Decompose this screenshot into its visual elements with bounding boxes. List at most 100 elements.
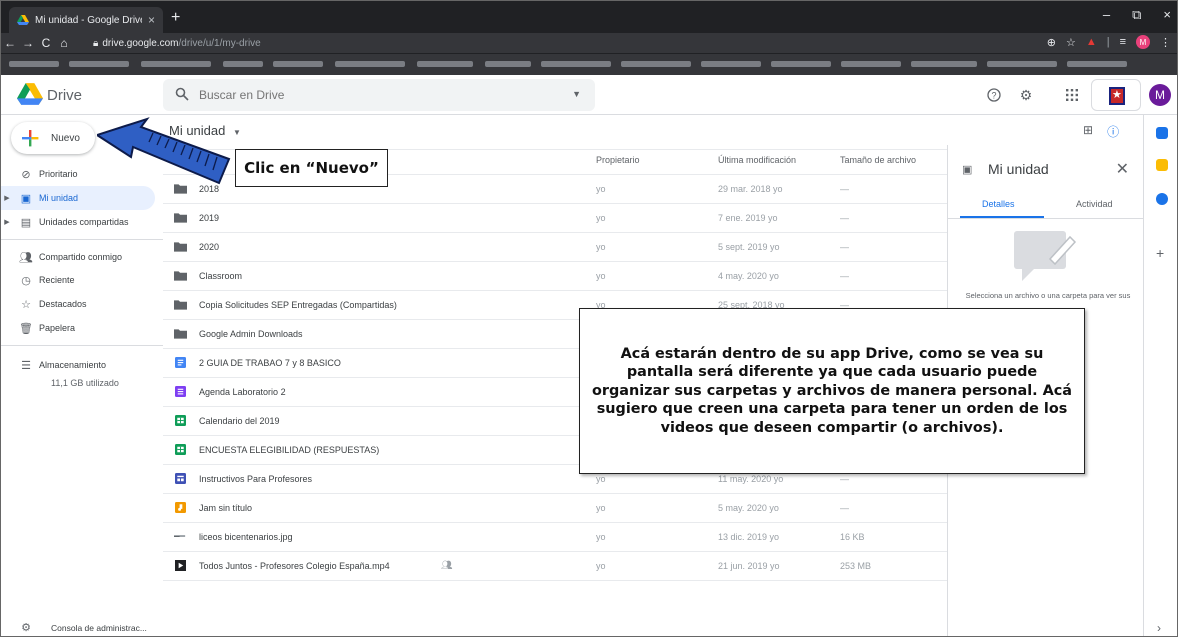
reload-icon[interactable]: C <box>37 36 55 50</box>
bookmark[interactable] <box>9 61 59 67</box>
account-avatar[interactable]: M <box>1149 84 1171 106</box>
forward-arrow-icon[interactable]: → <box>19 36 37 50</box>
tab-detalles[interactable]: Detalles <box>982 199 1015 209</box>
search-icon[interactable] <box>175 87 189 101</box>
bookmark[interactable] <box>911 61 977 67</box>
new-button[interactable]: Nuevo <box>11 122 95 154</box>
drive-brand[interactable]: Drive <box>47 87 82 104</box>
bookmark[interactable] <box>273 61 323 67</box>
file-owner: yo <box>596 242 606 252</box>
sidebar-item-reciente[interactable]: ◷ Reciente <box>1 268 155 292</box>
browser-toolbar-right: ⊕ ☆ ▲ | ≡ M ⋮ <box>1047 35 1171 49</box>
separator-icon: | <box>1106 36 1110 48</box>
apps-grid-icon[interactable] <box>1064 87 1080 103</box>
column-modified[interactable]: Última modificación <box>718 155 796 165</box>
bookmark[interactable] <box>541 61 611 67</box>
file-name: 2020 <box>199 242 220 252</box>
extension-icon[interactable]: ▲ <box>1086 36 1097 48</box>
zoom-icon[interactable]: ⊕ <box>1047 36 1056 49</box>
sidebar-item-almacenamiento[interactable]: ☰ Almacenamiento <box>1 353 155 377</box>
table-row[interactable]: Classroom yo 4 may. 2020 yo — <box>163 262 947 291</box>
add-addon-icon[interactable]: + <box>1156 245 1164 261</box>
bookmark[interactable] <box>1067 61 1127 67</box>
bookmark[interactable] <box>771 61 831 67</box>
table-row[interactable]: Jam sin título yo 5 may. 2020 yo — <box>163 494 947 523</box>
admin-console-link[interactable]: ⚙ Consola de administrac... <box>1 617 163 636</box>
file-modified: 5 sept. 2019 yo <box>718 242 780 252</box>
browser-menu-icon[interactable]: ⋮ <box>1160 36 1171 49</box>
sidebar-item-label: Papelera <box>39 323 76 333</box>
close-icon[interactable]: ✕ <box>1116 159 1129 179</box>
file-size: 253 MB <box>840 561 872 571</box>
file-name: Agenda Laboratorio 2 <box>199 387 286 397</box>
image-file-icon <box>174 535 186 537</box>
settings-gear-icon[interactable]: ⚙ <box>1018 87 1034 103</box>
help-icon[interactable]: ? <box>986 87 1002 103</box>
organization-logo-box[interactable] <box>1091 79 1141 111</box>
file-modified: 21 jun. 2019 yo <box>718 561 780 571</box>
table-row[interactable]: liceos bicentenarios.jpg yo 13 dic. 2019 y… <box>163 523 947 552</box>
sidebar-item-label: Almacenamiento <box>39 360 107 370</box>
sidebar-item-papelera[interactable]: 🗑︎ Papelera <box>1 316 155 340</box>
sidebar-item-compartido-conmigo[interactable]: 👥︎ Compartido conmigo <box>1 245 155 269</box>
file-size: — <box>840 213 849 223</box>
header-actions: ? ⚙ <box>986 87 1080 103</box>
chevron-right-icon[interactable]: › <box>1157 621 1161 635</box>
keep-icon[interactable] <box>1156 159 1168 171</box>
column-owner[interactable]: Propietario <box>596 155 640 165</box>
bookmark[interactable] <box>987 61 1057 67</box>
drive-favicon-icon <box>17 15 29 25</box>
bookmark[interactable] <box>485 61 531 67</box>
tasks-icon[interactable] <box>1156 193 1168 205</box>
tab-actividad[interactable]: Actividad <box>1076 199 1113 209</box>
tab-close-icon[interactable]: × <box>148 13 155 27</box>
search-input[interactable] <box>199 85 559 105</box>
close-window-button[interactable]: × <box>1163 7 1171 23</box>
empty-details-illustration-icon <box>1014 231 1077 281</box>
drive-logo-icon[interactable] <box>17 83 43 105</box>
bookmark[interactable] <box>417 61 473 67</box>
back-arrow-icon[interactable]: ← <box>1 36 19 50</box>
browser-tab[interactable]: Mi unidad - Google Drive × <box>9 7 163 33</box>
grid-view-icon[interactable]: ⊞ <box>1083 123 1093 140</box>
sidebar-item-destacados[interactable]: ☆ Destacados <box>1 292 155 316</box>
info-icon[interactable]: ⓘ <box>1107 123 1119 140</box>
home-icon[interactable]: ⌂ <box>55 36 73 50</box>
minimize-button[interactable]: – <box>1103 7 1110 23</box>
shared-drives-icon: ▤ <box>20 216 32 229</box>
profile-avatar[interactable]: M <box>1136 35 1150 49</box>
calendar-icon[interactable] <box>1156 127 1168 139</box>
expand-caret-icon[interactable]: ▶ <box>1 218 13 226</box>
table-row[interactable]: 2020 yo 5 sept. 2019 yo — <box>163 233 947 262</box>
table-row[interactable]: 2019 yo 7 ene. 2019 yo — <box>163 204 947 233</box>
drive-header: Drive ▼ ? ⚙ M <box>1 75 1177 115</box>
bookmark[interactable] <box>701 61 761 67</box>
table-row[interactable]: Todos Juntos - Profesores Colegio España… <box>163 552 947 581</box>
folder-icon <box>174 300 187 310</box>
check-circle-icon: ⊘ <box>21 168 31 181</box>
url-path: /drive/u/1/my-drive <box>178 38 261 49</box>
new-tab-button[interactable]: + <box>171 9 180 27</box>
bookmark[interactable] <box>69 61 129 67</box>
queue-icon[interactable]: ≡ <box>1120 36 1126 48</box>
column-size[interactable]: Tamaño de archivo <box>840 155 916 165</box>
bookmark[interactable] <box>841 61 901 67</box>
file-owner: yo <box>596 184 606 194</box>
bookmark-star-icon[interactable]: ☆ <box>1066 36 1076 49</box>
my-drive-icon: ▣ <box>20 192 32 205</box>
maximize-button[interactable]: ⧉ <box>1132 7 1141 23</box>
bookmark[interactable] <box>141 61 211 67</box>
file-modified: 29 mar. 2018 yo <box>718 184 783 194</box>
screen: Mi unidad - Google Drive × + – ⧉ × ← → C… <box>0 0 1178 637</box>
sidebar-item-unidades-compartidas[interactable]: ▶ ▤ Unidades compartidas <box>1 210 155 234</box>
file-owner: yo <box>596 503 606 513</box>
expand-caret-icon[interactable]: ▶ <box>1 194 13 202</box>
search-options-icon[interactable]: ▼ <box>572 89 581 99</box>
bookmark[interactable] <box>335 61 405 67</box>
bookmarks-bar <box>1 53 1177 75</box>
file-modified: 5 may. 2020 yo <box>718 503 779 513</box>
bookmark[interactable] <box>223 61 263 67</box>
file-size: 16 KB <box>840 532 865 542</box>
bookmark[interactable] <box>621 61 691 67</box>
url-field[interactable]: 🔒︎ drive.google.com/drive/u/1/my-drive <box>93 36 1093 51</box>
